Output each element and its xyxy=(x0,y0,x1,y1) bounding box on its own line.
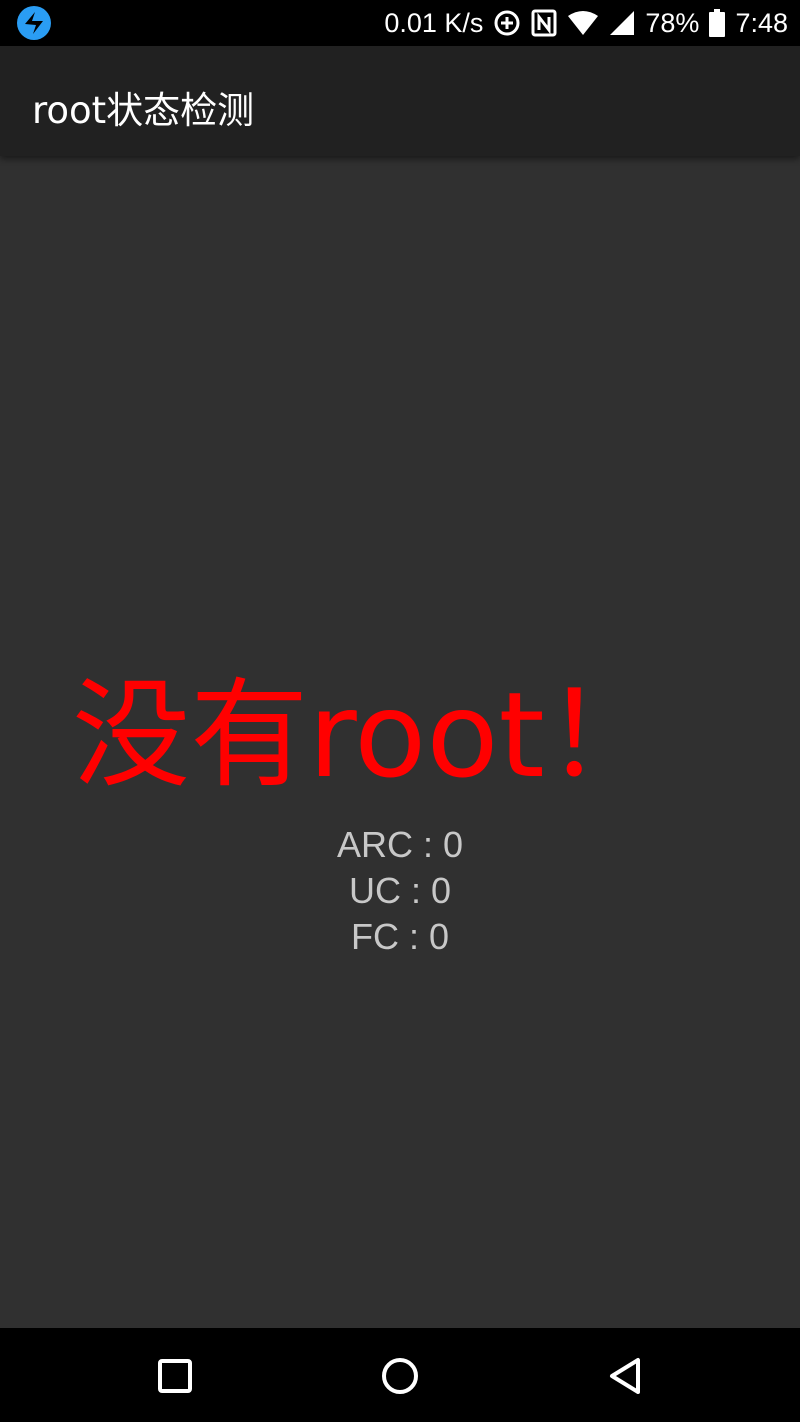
battery-icon xyxy=(709,0,726,46)
battery-percent: 78% xyxy=(645,7,700,38)
app-bar: root状态检测 xyxy=(0,46,800,156)
cell-signal-icon xyxy=(609,0,635,46)
status-icons: 0.01 K/s 78% 7:48 xyxy=(384,0,788,46)
data-saver-icon xyxy=(493,0,521,46)
wifi-icon xyxy=(567,0,599,46)
navigation-bar xyxy=(0,1328,800,1422)
fc-counter: FC : 0 xyxy=(350,916,449,957)
app-notification-icon xyxy=(16,5,52,41)
home-icon[interactable] xyxy=(376,1352,424,1400)
recents-icon[interactable] xyxy=(151,1352,199,1400)
app-title: root状态检测 xyxy=(32,89,255,132)
uc-counter: UC : 0 xyxy=(348,870,452,911)
main-content: 没有root！ ARC : 0 UC : 0 FC : 0 xyxy=(0,156,800,1328)
network-speed: 0.01 K/s xyxy=(384,7,484,38)
arc-counter: ARC : 0 xyxy=(336,824,464,865)
clock: 7:48 xyxy=(735,7,788,38)
status-bar: 0.01 K/s 78% 7:48 xyxy=(0,0,800,46)
counters: ARC : 0 UC : 0 FC : 0 xyxy=(0,822,800,960)
back-icon[interactable] xyxy=(602,1352,650,1400)
nfc-icon xyxy=(531,0,557,46)
root-status-text: 没有root！ xyxy=(72,666,663,804)
